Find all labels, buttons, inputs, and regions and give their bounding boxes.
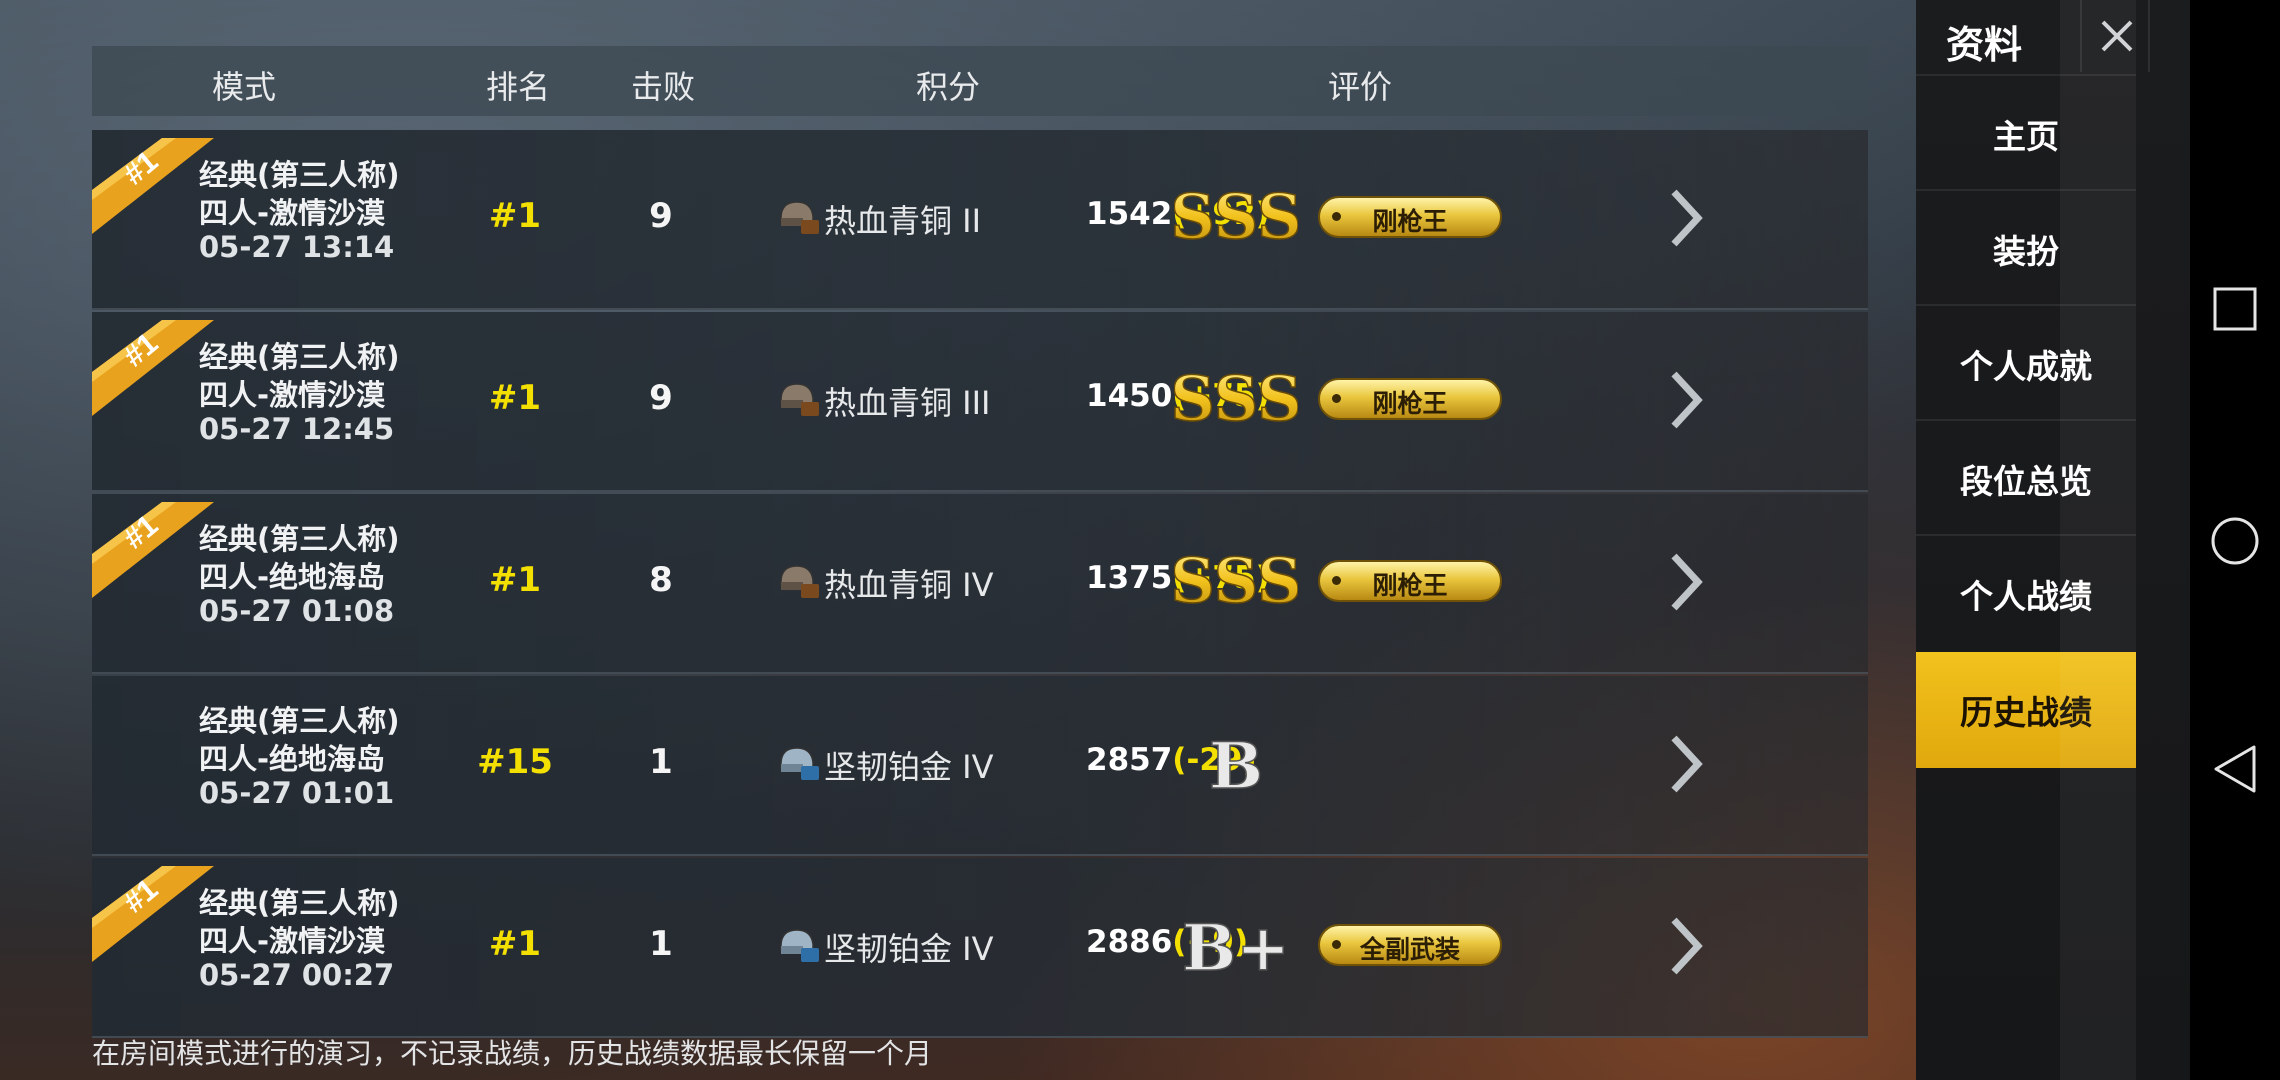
chevron-right-icon[interactable] <box>1668 916 1704 976</box>
footer-note: 在房间模式进行的演习，不记录战绩，历史战绩数据最长保留一个月 <box>92 1037 933 1070</box>
rank-value: #1 <box>488 378 542 418</box>
tier-name: 坚韧铂金 IV <box>824 748 994 786</box>
table-row[interactable]: #1 经典(第三人称) 四人-激情沙漠 05-27 13:14 #1 9 热血青铜 II… <box>92 130 1868 310</box>
svg-text:SSS: SSS <box>1174 366 1298 432</box>
table-row[interactable]: #1 经典(第三人称) 四人-绝地海岛 05-27 01:08 #1 8 热血青铜 IV… <box>92 494 1868 674</box>
mode-name: 经典(第三人称) <box>199 522 400 556</box>
title-badge: 刚枪王 <box>1318 196 1502 238</box>
recent-apps-icon[interactable] <box>2212 286 2258 332</box>
bronze-helmet-icon <box>780 383 819 416</box>
sidebar-item[interactable]: 历史战绩 <box>1916 652 2136 768</box>
score-value: 2886 <box>1086 924 1173 960</box>
grade-text: B <box>1209 730 1263 796</box>
first-place-ribbon: #1 <box>92 138 214 240</box>
tier-name: 热血青铜 III <box>824 384 991 422</box>
header-score: 积分 <box>915 68 981 106</box>
map-name: 四人-激情沙漠 <box>199 378 386 412</box>
grade-b-icon: B <box>1208 730 1264 796</box>
bronze-helmet-icon <box>780 565 819 598</box>
grade-sss-icon: SSS <box>1174 184 1298 250</box>
back-icon[interactable] <box>2212 744 2258 794</box>
mode-name: 经典(第三人称) <box>199 704 400 738</box>
first-place-ribbon: #1 <box>92 502 214 604</box>
header-mode: 模式 <box>211 68 277 106</box>
table-row[interactable]: 经典(第三人称) 四人-绝地海岛 05-27 01:01 #15 1 坚韧铂金 IV 2… <box>92 676 1868 856</box>
sidebar-title: 资料 <box>1946 23 2023 67</box>
svg-text:SSS: SSS <box>1174 548 1298 614</box>
score-value: 1375 <box>1086 560 1173 596</box>
match-time: 05-27 12:45 <box>199 412 395 446</box>
platinum-helmet-icon <box>780 929 819 962</box>
profile-sidebar: 资料 主页 装扮 个人成就 段位总览 个人战绩 历史战绩 <box>1916 0 2200 1080</box>
table-row[interactable]: #1 经典(第三人称) 四人-激情沙漠 05-27 00:27 #1 1 坚韧铂金 IV… <box>92 858 1868 1038</box>
tier-name: 热血青铜 IV <box>824 566 994 604</box>
rank-value: #1 <box>488 560 542 600</box>
close-icon <box>2101 20 2133 52</box>
map-name: 四人-激情沙漠 <box>199 924 386 958</box>
tier-name: 热血青铜 II <box>824 202 982 240</box>
kills-value: 1 <box>649 924 673 964</box>
header-kills: 击败 <box>630 68 696 106</box>
match-time: 05-27 01:01 <box>199 776 395 810</box>
kills-value: 9 <box>649 378 673 418</box>
system-nav-bar <box>2190 0 2280 1080</box>
match-time: 05-27 13:14 <box>199 230 395 264</box>
match-time: 05-27 01:08 <box>199 594 395 628</box>
grade-text: B+ <box>1182 912 1290 978</box>
match-time: 05-27 00:27 <box>199 958 395 992</box>
grade-sss-icon: SSS <box>1174 548 1298 614</box>
badge-label: 全副武装 <box>1359 935 1460 964</box>
match-history-table: 模式 排名 击败 积分 评价 #1 经典(第三人称) 四人-激情沙漠 05-27 1… <box>92 46 1868 1038</box>
badge-label: 刚枪王 <box>1372 389 1448 418</box>
first-place-ribbon: #1 <box>92 866 214 968</box>
sidebar-item[interactable]: 装扮 <box>1916 189 2136 306</box>
score-value: 1450 <box>1086 378 1173 414</box>
map-name: 四人-绝地海岛 <box>199 742 386 776</box>
header-rank: 排名 <box>485 68 551 106</box>
mode-name: 经典(第三人称) <box>199 340 400 374</box>
title-badge: 刚枪王 <box>1318 378 1502 420</box>
rank-value: #1 <box>488 196 542 236</box>
map-name: 四人-激情沙漠 <box>199 196 386 230</box>
home-icon[interactable] <box>2210 516 2260 566</box>
close-button[interactable] <box>2080 0 2150 72</box>
kills-value: 9 <box>649 196 673 236</box>
badge-label: 刚枪王 <box>1372 571 1448 600</box>
kills-value: 1 <box>649 742 673 782</box>
title-badge: 全副武装 <box>1318 924 1502 966</box>
match-history-panel: 模式 排名 击败 积分 评价 #1 经典(第三人称) 四人-激情沙漠 05-27 1… <box>0 0 1916 1080</box>
map-name: 四人-绝地海岛 <box>199 560 386 594</box>
chevron-right-icon[interactable] <box>1668 734 1704 794</box>
grade-b-plus-icon: B+ <box>1181 912 1290 978</box>
sidebar-item[interactable]: 主页 <box>1916 74 2136 191</box>
kills-value: 8 <box>649 560 673 600</box>
sidebar-item[interactable]: 个人成就 <box>1916 304 2136 421</box>
sidebar-item[interactable]: 个人战绩 <box>1916 534 2136 651</box>
table-header: 模式 排名 击败 积分 评价 <box>92 46 1868 116</box>
sidebar-item[interactable]: 段位总览 <box>1916 419 2136 536</box>
table-row[interactable]: #1 经典(第三人称) 四人-激情沙漠 05-27 12:45 #1 9 热血青铜 II… <box>92 312 1868 492</box>
bronze-helmet-icon <box>780 201 819 234</box>
title-badge: 刚枪王 <box>1318 560 1502 602</box>
chevron-right-icon[interactable] <box>1668 552 1704 612</box>
score-value: 1542 <box>1086 196 1173 232</box>
chevron-right-icon[interactable] <box>1668 370 1704 430</box>
first-place-ribbon: #1 <box>92 320 214 422</box>
chevron-right-icon[interactable] <box>1668 188 1704 248</box>
mode-name: 经典(第三人称) <box>199 158 400 192</box>
score-value: 2857 <box>1086 742 1173 778</box>
grade-sss-icon: SSS <box>1174 366 1298 432</box>
rank-value: #1 <box>488 924 542 964</box>
tier-name: 坚韧铂金 IV <box>824 930 994 968</box>
mode-name: 经典(第三人称) <box>199 886 400 920</box>
rank-value: #15 <box>477 742 553 782</box>
platinum-helmet-icon <box>780 747 819 780</box>
svg-text:SSS: SSS <box>1174 184 1298 250</box>
header-rating: 评价 <box>1327 68 1393 106</box>
badge-label: 刚枪王 <box>1372 207 1448 236</box>
